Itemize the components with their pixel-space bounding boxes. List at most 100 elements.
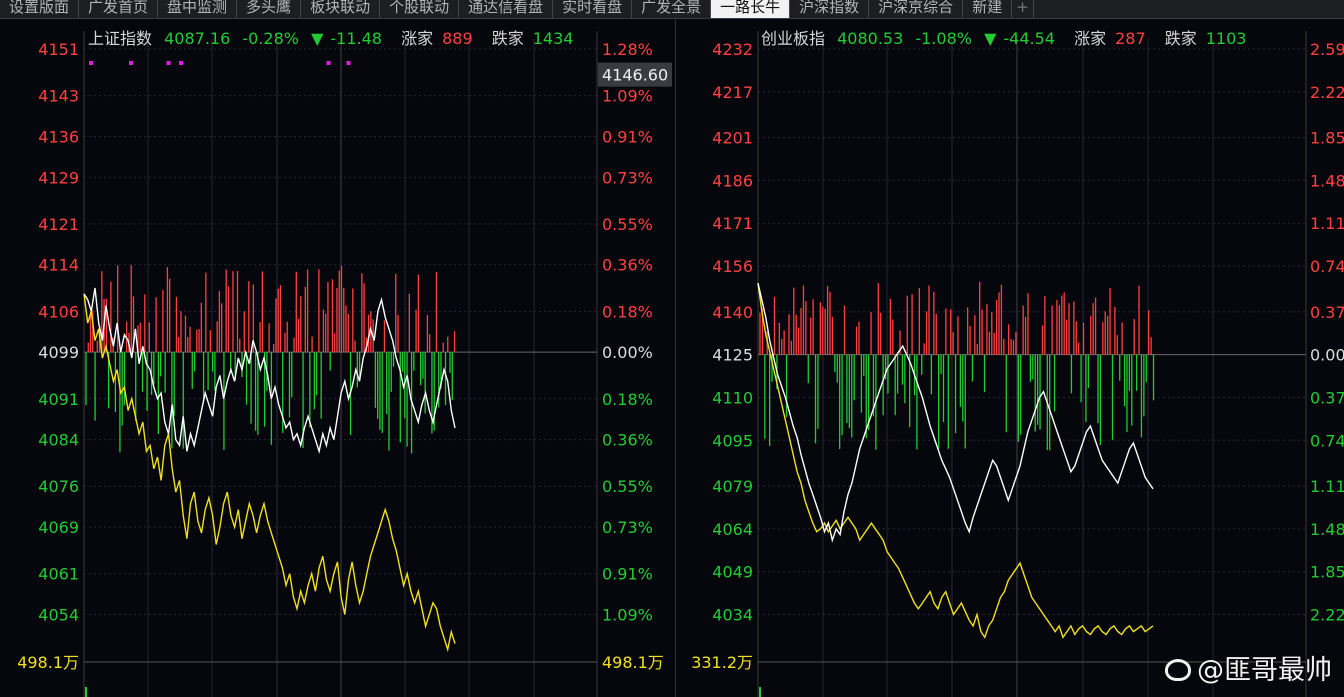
index-pct-right: -1.08% — [915, 29, 972, 48]
right-tick-label: 2.22% — [1310, 83, 1344, 102]
signal-marker — [89, 61, 93, 65]
left-tick-label: 4121 — [38, 215, 79, 234]
chart-right[interactable]: 4232 2.59% 4217 2.22% 4201 1.85% 4186 1.48% 4171… — [676, 19, 1344, 697]
index-change-right: -44.54 — [1003, 29, 1055, 48]
right-tick-label: 1.85% — [1310, 129, 1344, 148]
right-tick-label: 1.09% — [602, 87, 653, 106]
add-tab-button[interactable]: + — [1012, 0, 1034, 18]
right-tick-label: 0.91% — [602, 565, 653, 584]
index-name-right: 创业板指 — [761, 29, 826, 48]
right-tick-label: 0.55% — [602, 477, 653, 496]
tab-10[interactable]: 沪深指数 — [790, 0, 870, 18]
tab-7[interactable]: 实时看盘 — [553, 0, 633, 18]
right-tick-label: 1.09% — [602, 606, 653, 625]
right-tick-label: 1.48% — [1310, 520, 1344, 539]
right-tick-label: 0.91% — [602, 127, 653, 146]
left-tick-label: 4171 — [712, 214, 753, 233]
left-tick-label: 4034 — [712, 606, 753, 625]
down-count-left: 1434 — [532, 29, 574, 48]
left-tick-label: 4129 — [38, 168, 79, 187]
tab-6[interactable]: 通达信看盘 — [459, 0, 554, 18]
panel-right: 4232 2.59% 4217 2.22% 4201 1.85% 4186 1.48% 4171… — [676, 19, 1344, 697]
signal-marker — [346, 61, 351, 65]
left-tick-label: 4095 — [712, 431, 753, 450]
right-tick-label: 0.74% — [1310, 257, 1344, 276]
tab-1[interactable]: 广发首页 — [79, 0, 159, 18]
right-tick-label: 1.28% — [602, 40, 653, 59]
left-tick-label: 4054 — [38, 606, 79, 625]
right-tick-label: 0.73% — [602, 168, 653, 187]
right-tick-label: 0.74% — [1310, 431, 1344, 450]
left-tick-label: 4140 — [712, 303, 753, 322]
down-arrow-icon: ▼ — [311, 29, 324, 48]
right-tick-label: 1.48% — [1310, 171, 1344, 190]
left-tick-label: 4217 — [712, 83, 753, 102]
tab-0[interactable]: 设置版面 — [0, 0, 80, 18]
tab-4[interactable]: 板块联动 — [301, 0, 381, 18]
left-tick-label: 4069 — [38, 518, 79, 537]
left-tick-label: 4106 — [38, 302, 79, 321]
left-tick-label: 4114 — [38, 256, 79, 275]
left-tick-label: 4079 — [712, 477, 753, 496]
right-tick-label: 2.22% — [1310, 606, 1344, 625]
up-label-left: 涨家 — [401, 29, 434, 48]
index-header-left: 上证指数 4087.16 -0.28% ▼ -11.48 涨家 889 跌家 1434 — [88, 25, 587, 49]
watermark: @匪哥最帅 — [1165, 648, 1332, 687]
tab-11[interactable]: 沪深京综合 — [869, 0, 964, 18]
right-tick-label: 1.11% — [1310, 214, 1344, 233]
tab-bar: 设置版面 广发首页 盘中监测 多头鹰 板块联动 个股联动 通达信看盘 实时看盘 广发全景 一路长牛… — [0, 0, 1344, 19]
left-tick-label: 4201 — [712, 129, 753, 148]
index-price-right: 4080.53 — [837, 29, 904, 48]
up-label-right: 涨家 — [1074, 29, 1107, 48]
left-tick-label: 4186 — [712, 171, 753, 190]
right-tick-label: 0.37% — [1310, 388, 1344, 407]
up-count-left: 889 — [442, 29, 473, 48]
left-tick-label: 4076 — [38, 477, 79, 496]
volume-label-right: 498.1万 — [602, 653, 664, 672]
weibo-icon — [1165, 659, 1191, 681]
tab-8[interactable]: 广发全景 — [632, 0, 712, 18]
chart-left[interactable]: 4151 1.28% 4143 1.09% 4136 0.91% 4129 0.73% 4121… — [0, 19, 675, 697]
right-tick-label: 0.37% — [1310, 303, 1344, 322]
tab-3[interactable]: 多头鹰 — [237, 0, 302, 18]
left-tick-label: 4084 — [38, 431, 79, 450]
watermark-text: @匪哥最帅 — [1197, 655, 1332, 686]
right-tick-label: 0.00% — [602, 343, 653, 362]
signal-marker — [166, 61, 171, 65]
right-tick-label: 1.85% — [1310, 563, 1344, 582]
signal-marker — [326, 61, 331, 65]
right-tick-label: 0.18% — [602, 302, 653, 321]
right-tick-label: 1.11% — [1310, 477, 1344, 496]
index-price-left: 4087.16 — [164, 29, 231, 48]
right-tick-label: 0.36% — [602, 431, 653, 450]
left-tick-label: 4151 — [38, 40, 79, 59]
tab-2[interactable]: 盘中监测 — [158, 0, 238, 18]
signal-marker — [179, 61, 183, 65]
index-pct-left: -0.28% — [242, 29, 299, 48]
down-label-left: 跌家 — [491, 29, 524, 48]
tab-9[interactable]: 一路长牛 — [711, 0, 791, 18]
left-tick-label: 4049 — [712, 563, 753, 582]
index-header-right: 创业板指 4080.53 -1.08% ▼ -44.54 涨家 287 跌家 1103 — [761, 25, 1260, 49]
right-tick-label: 2.59% — [1310, 40, 1344, 59]
right-tick-label: 0.18% — [602, 390, 653, 409]
volume-label-left: 331.2万 — [691, 653, 753, 672]
tab-5[interactable]: 个股联动 — [380, 0, 460, 18]
right-tick-label: 0.00% — [1310, 346, 1344, 365]
left-tick-label: 4061 — [38, 565, 79, 584]
index-name-left: 上证指数 — [88, 29, 153, 48]
crosshair-value: 4146.60 — [602, 66, 668, 85]
left-tick-label: 4064 — [712, 520, 753, 539]
right-tick-label: 0.36% — [602, 256, 653, 275]
signal-marker — [129, 61, 133, 65]
right-tick-label: 0.73% — [602, 518, 653, 537]
down-arrow-icon: ▼ — [984, 29, 997, 48]
index-price-line — [83, 287, 456, 455]
tab-12[interactable]: 新建 — [963, 0, 1013, 18]
left-tick-label: 4156 — [712, 257, 753, 276]
panel-left: 4151 1.28% 4143 1.09% 4136 0.91% 4129 0.73% 4121… — [0, 19, 675, 697]
left-tick-label: 4099 — [38, 343, 79, 362]
left-tick-label: 4091 — [38, 390, 79, 409]
index-change-left: -11.48 — [330, 29, 382, 48]
down-label-right: 跌家 — [1164, 29, 1197, 48]
